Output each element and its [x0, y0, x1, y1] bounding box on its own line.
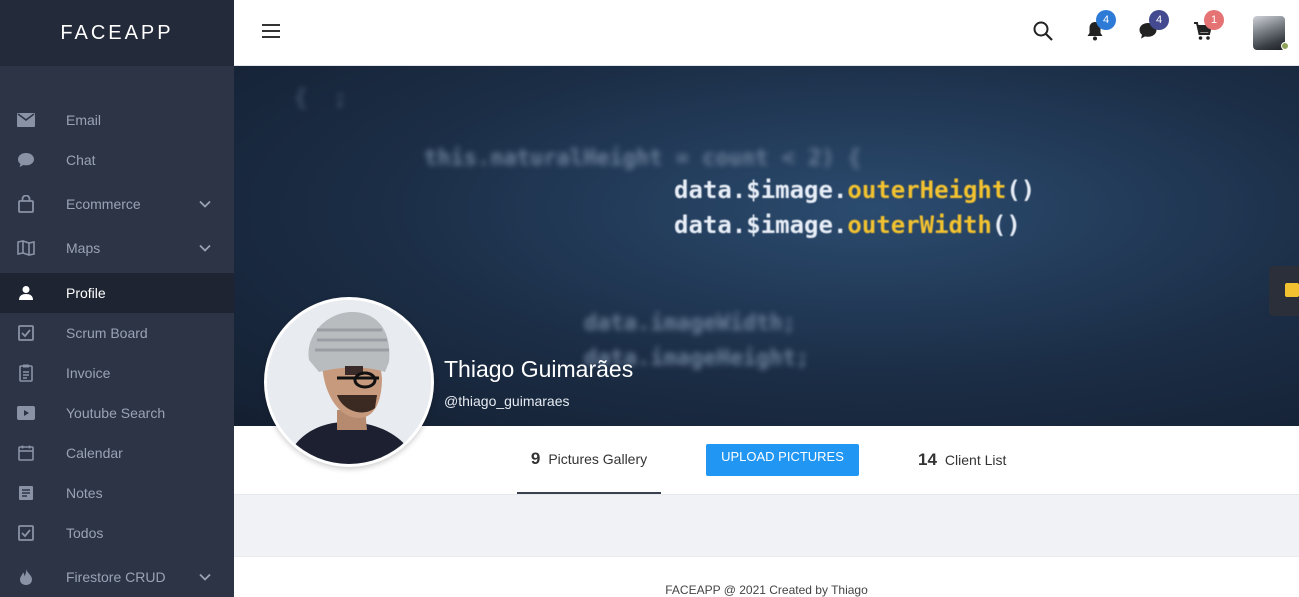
- sidebar: FACEAPP Email Chat Ecommerce Maps Profil…: [0, 0, 234, 597]
- sidebar-item-label: Profile: [66, 285, 106, 301]
- tab-pictures-gallery[interactable]: 9 Pictures Gallery: [517, 426, 661, 494]
- user-icon: [17, 284, 35, 302]
- profile-name: Thiago Guimarães: [444, 356, 634, 382]
- messages-button[interactable]: 4: [1137, 10, 1169, 44]
- sidebar-item-label: Chat: [66, 152, 96, 168]
- menu-toggle-icon[interactable]: [262, 24, 280, 40]
- footer-text: FACEAPP @ 2021 Created by Thiago: [665, 583, 868, 597]
- sidebar-item-label: Invoice: [66, 365, 111, 381]
- sidebar-item-chat[interactable]: Chat: [0, 140, 234, 180]
- online-status-dot: [1281, 42, 1289, 50]
- cart-button[interactable]: 1: [1192, 10, 1224, 44]
- sidebar-item-label: Calendar: [66, 445, 123, 461]
- cover-code-line: this.naturalHeight = count < 2) {: [424, 146, 862, 171]
- sidebar-item-scrum-board[interactable]: Scrum Board: [0, 313, 234, 353]
- sidebar-item-maps[interactable]: Maps: [0, 228, 234, 268]
- clients-label: Client List: [944, 452, 1007, 468]
- sidebar-item-label: Notes: [66, 485, 103, 501]
- chevron-down-icon[interactable]: [198, 197, 212, 211]
- sidebar-item-ecommerce[interactable]: Ecommerce: [0, 184, 234, 224]
- pictures-count: 9: [530, 449, 541, 468]
- email-icon: [17, 111, 35, 129]
- shopping-bag-icon: [17, 195, 35, 213]
- search-icon[interactable]: [1032, 20, 1056, 44]
- sidebar-item-email[interactable]: Email: [0, 100, 234, 140]
- theme-icon: [1285, 283, 1299, 297]
- chat-icon: [17, 151, 35, 169]
- notifications-button[interactable]: 4: [1084, 10, 1116, 44]
- user-avatar[interactable]: [1253, 16, 1289, 50]
- sidebar-item-firestore-crud[interactable]: Firestore CRUD: [0, 557, 234, 597]
- cover-code-decor: { ;: [294, 86, 347, 111]
- sidebar-item-label: Firestore CRUD: [66, 569, 166, 585]
- top-header: 4 4 1: [234, 0, 1299, 66]
- brand-logo[interactable]: FACEAPP: [0, 0, 234, 66]
- footer: FACEAPP @ 2021 Created by Thiago: [234, 556, 1299, 597]
- sidebar-item-profile[interactable]: Profile: [0, 273, 234, 313]
- notes-icon: [17, 484, 35, 502]
- calendar-icon: [17, 444, 35, 462]
- chevron-down-icon[interactable]: [198, 570, 212, 584]
- sidebar-item-calendar[interactable]: Calendar: [0, 433, 234, 473]
- messages-badge: 4: [1149, 10, 1169, 30]
- youtube-icon: [17, 404, 35, 422]
- sidebar-item-label: Email: [66, 112, 102, 128]
- checkbox-icon: [17, 524, 35, 542]
- cover-code-line: data.imageWidth;: [584, 311, 796, 336]
- notifications-badge: 4: [1096, 10, 1116, 30]
- app-root: FACEAPP Email Chat Ecommerce Maps Profil…: [0, 0, 1299, 597]
- settings-drawer-tab[interactable]: [1269, 266, 1299, 316]
- profile-avatar[interactable]: [264, 297, 434, 467]
- sidebar-item-todos[interactable]: Todos: [0, 513, 234, 553]
- fire-icon: [17, 568, 35, 586]
- profile-handle: @thiago_guimaraes: [444, 393, 570, 409]
- sidebar-item-youtube-search[interactable]: Youtube Search: [0, 393, 234, 433]
- sidebar-item-label: Ecommerce: [66, 196, 141, 212]
- sidebar-item-label: Todos: [66, 525, 104, 541]
- map-icon: [17, 239, 35, 257]
- cover-code-line: data.$image.outerHeight(): [674, 176, 1036, 204]
- pictures-label: Pictures Gallery: [548, 451, 648, 467]
- chevron-down-icon[interactable]: [198, 241, 212, 255]
- clipboard-icon: [17, 364, 35, 382]
- upload-pictures-button[interactable]: UPLOAD PICTURES: [706, 444, 859, 476]
- checkbox-icon: [17, 324, 35, 342]
- tab-client-list[interactable]: 14 Client List: [918, 426, 1006, 494]
- cover-code-line: data.$image.outerWidth(): [674, 211, 1021, 239]
- sidebar-item-label: Scrum Board: [66, 325, 148, 341]
- cart-badge: 1: [1204, 10, 1224, 30]
- sidebar-item-invoice[interactable]: Invoice: [0, 353, 234, 393]
- sidebar-item-notes[interactable]: Notes: [0, 473, 234, 513]
- sidebar-item-label: Youtube Search: [66, 405, 166, 421]
- sidebar-item-label: Maps: [66, 240, 101, 256]
- clients-count: 14: [918, 450, 937, 469]
